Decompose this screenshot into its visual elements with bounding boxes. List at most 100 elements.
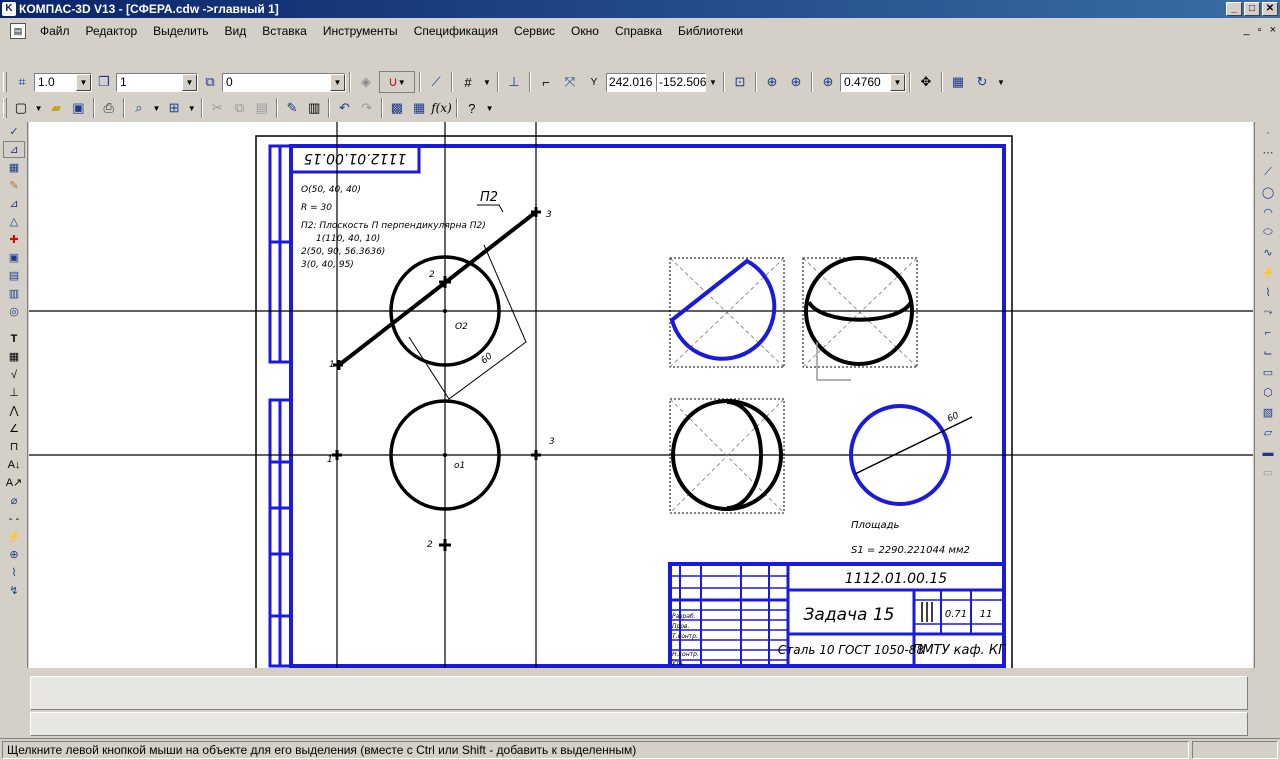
state-icon[interactable]: ◈ [355, 71, 377, 93]
associative-view-icon[interactable]: ▣ [3, 249, 25, 266]
segment-icon[interactable]: ⟋ [1257, 163, 1279, 182]
chevron-down-icon[interactable]: ▼ [182, 73, 197, 91]
fillet-icon[interactable]: ⌐ [1257, 323, 1279, 342]
table-icon[interactable]: ▦ [3, 348, 25, 365]
chevron-down-icon[interactable]: ▼ [995, 71, 1007, 93]
point-icon[interactable]: · [1257, 123, 1279, 142]
rectangle-icon[interactable]: ▭ [1257, 363, 1279, 382]
mdi-restore-button[interactable]: ▫ [1258, 24, 1262, 36]
insert-fragment-icon[interactable]: ◎ [3, 303, 25, 320]
view-arrow-icon[interactable]: A↗ [3, 474, 25, 491]
library-manager-icon[interactable]: ▩ [387, 97, 407, 119]
polyline-icon[interactable]: ↯ [3, 582, 25, 599]
hatch-icon[interactable]: ▧ [1257, 403, 1279, 422]
menu-service[interactable]: Сервис [506, 20, 563, 42]
properties-icon[interactable]: ▥ [304, 97, 324, 119]
toolbar-grip[interactable] [3, 98, 7, 118]
view-icon[interactable]: ⧉ [199, 71, 221, 93]
menu-tools[interactable]: Инструменты [315, 20, 406, 42]
chevron-down-icon[interactable]: ▼ [890, 73, 905, 91]
toolbar-grip[interactable] [3, 72, 7, 92]
snap-magnet-icon[interactable]: ∪ ▼ [379, 71, 415, 93]
menu-libraries[interactable]: Библиотеки [670, 20, 751, 42]
zoom-window-icon[interactable]: ⊕ [761, 71, 783, 93]
polyline-icon[interactable]: ⚡ [1257, 263, 1279, 282]
wave-icon[interactable]: ⌀ [3, 492, 25, 509]
text-icon[interactable]: T [3, 330, 25, 347]
spec-icon[interactable]: ▤ [3, 267, 25, 284]
save-icon[interactable]: ▣ [68, 97, 88, 119]
spline-icon[interactable]: ∿ [1257, 243, 1279, 262]
variables-icon[interactable]: ▦ [409, 97, 429, 119]
cut-icon[interactable]: ✂ [207, 97, 227, 119]
zoom-icon[interactable]: ⊕ [817, 71, 839, 93]
menu-editor[interactable]: Редактор [78, 20, 146, 42]
redo-icon[interactable]: ↷ [357, 97, 377, 119]
axis-icon[interactable]: - - [3, 510, 25, 527]
contour-icon[interactable]: ▱ [1257, 423, 1279, 442]
chevron-down-icon[interactable]: ▼ [151, 97, 162, 119]
manager-icon[interactable]: ⊞ [164, 97, 184, 119]
menu-window[interactable]: Окно [563, 20, 607, 42]
local-cs-icon[interactable]: ⊥ [503, 71, 525, 93]
document-icon[interactable]: ▤ [10, 23, 26, 39]
arc-icon[interactable]: ◠ [1257, 203, 1279, 222]
copy-properties-icon[interactable]: ✎ [282, 97, 302, 119]
menu-file[interactable]: Файл [32, 20, 78, 42]
new-document-icon[interactable]: ▢ [11, 97, 31, 119]
cut-line-icon[interactable]: A↓ [3, 456, 25, 473]
reports-icon[interactable]: ▥ [3, 285, 25, 302]
rebuild-icon[interactable]: ↻ [971, 71, 993, 93]
minimize-button[interactable]: _ [1226, 2, 1242, 16]
ellipse-icon[interactable]: ⬭ [1257, 223, 1279, 242]
menu-view[interactable]: Вид [217, 20, 255, 42]
dimensions-icon[interactable]: ⊿ [3, 141, 25, 158]
chevron-down-icon[interactable]: ▼ [186, 97, 197, 119]
circle-icon[interactable]: ◯ [1257, 183, 1279, 202]
symbols-icon[interactable]: ▦ [3, 159, 25, 176]
maximize-button[interactable]: □ [1244, 2, 1260, 16]
drawing-canvas[interactable]: 1112.01.00.15 O(50, 40, 40) R = 30 П2: П… [29, 122, 1253, 668]
mdi-minimize-button[interactable]: _ [1244, 24, 1250, 36]
pan-icon[interactable]: ✥ [915, 71, 937, 93]
cursor-step-icon[interactable]: ⌗ [11, 71, 33, 93]
position-icon[interactable]: ∠ [3, 420, 25, 437]
zoom-in-icon[interactable]: ⊕ [785, 71, 807, 93]
style-combo[interactable]: 0 ▼ [222, 72, 346, 92]
x-coordinate-field[interactable]: 242.016 [606, 72, 656, 92]
break-line-icon[interactable]: ⌇ [3, 564, 25, 581]
nurbs-icon[interactable]: ⌇ [1257, 283, 1279, 302]
geometry-icon[interactable]: ✓ [3, 123, 25, 140]
function-icon[interactable]: f(x) [431, 97, 452, 119]
lightning-icon[interactable]: ⚡ [3, 528, 25, 545]
auxiliary-line-icon[interactable]: ⋯ [1257, 143, 1279, 162]
select-icon[interactable]: ✚ [3, 231, 25, 248]
mdi-close-button[interactable]: × [1270, 24, 1276, 36]
leader-icon[interactable]: ⋀ [3, 402, 25, 419]
chevron-down-icon[interactable]: ▼ [76, 73, 91, 91]
chevron-down-icon[interactable]: ▼ [33, 97, 44, 119]
copy-icon[interactable]: ⧉ [229, 97, 249, 119]
center-mark-icon[interactable]: ⊕ [3, 546, 25, 563]
layer-icon[interactable]: ❐ [93, 71, 115, 93]
chevron-down-icon[interactable]: ▼ [484, 97, 495, 119]
ortho-icon[interactable]: ⟋ [425, 71, 447, 93]
menu-help[interactable]: Справка [607, 20, 670, 42]
refresh-icon[interactable]: ▦ [947, 71, 969, 93]
chevron-down-icon[interactable]: ▼ [330, 73, 345, 91]
step-combo[interactable]: 1.0 ▼ [34, 72, 92, 92]
open-folder-icon[interactable]: ▰ [46, 97, 66, 119]
base-icon[interactable]: ⊥ [3, 384, 25, 401]
menu-specification[interactable]: Спецификация [406, 20, 506, 42]
round-coords-icon[interactable]: ⤧ [559, 71, 581, 93]
menu-select[interactable]: Выделить [145, 20, 216, 42]
y-coordinate-field[interactable]: -152.506 [656, 72, 706, 92]
polygon-icon[interactable]: ⬡ [1257, 383, 1279, 402]
paste-icon[interactable]: ▤ [252, 97, 272, 119]
orthogonal-icon[interactable]: ⌐ [535, 71, 557, 93]
zoom-combo[interactable]: 0.4760 ▼ [840, 72, 906, 92]
chevron-down-icon[interactable]: ▼ [481, 71, 493, 93]
zoom-all-icon[interactable]: ⊡ [729, 71, 751, 93]
coordinates-icon[interactable]: Y [583, 71, 605, 93]
edit-icon[interactable]: ✎ [3, 177, 25, 194]
